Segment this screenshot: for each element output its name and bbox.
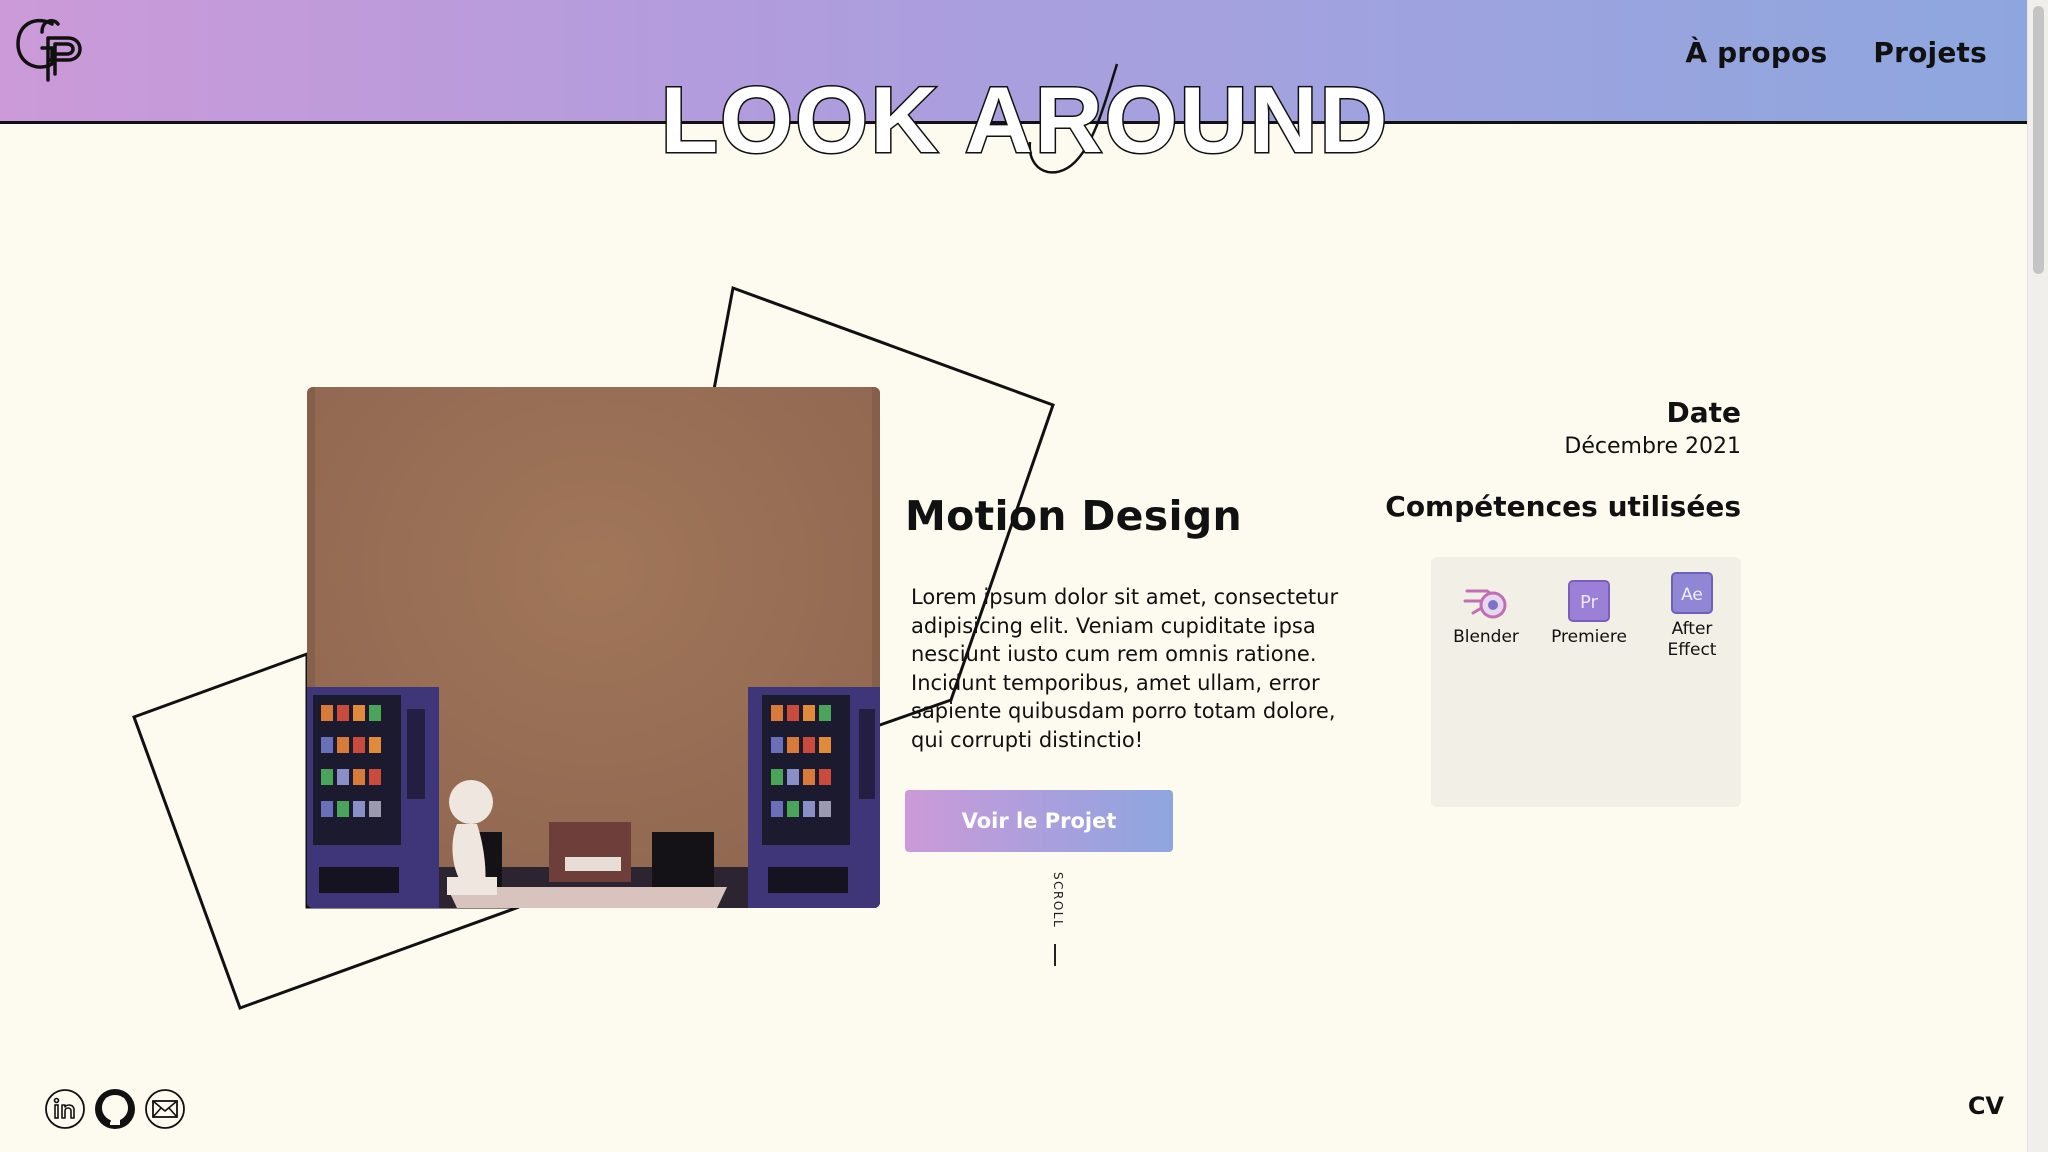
svg-text:Ae: Ae bbox=[1681, 585, 1703, 605]
skills-panel: Blender Pr Premiere Ae After Effect bbox=[1431, 557, 1741, 807]
linkedin-icon[interactable] bbox=[44, 1088, 86, 1130]
blender-icon bbox=[1463, 589, 1507, 619]
nav-link-projets[interactable]: Projets bbox=[1873, 36, 1987, 69]
gp-logo-icon[interactable] bbox=[12, 14, 88, 86]
after-effects-icon: Ae bbox=[1671, 572, 1713, 614]
cv-link[interactable]: CV bbox=[1968, 1092, 2004, 1120]
portfolio-page: À propos Projets LOOK AROUND Motion Desi… bbox=[0, 0, 2048, 1152]
scroll-label: SCROLL bbox=[1051, 872, 1065, 929]
date-value: Décembre 2021 bbox=[1564, 434, 1741, 459]
skill-label: After Effect bbox=[1667, 619, 1717, 660]
skill-label: Premiere bbox=[1551, 627, 1627, 647]
skill-after-effects: Ae After Effect bbox=[1642, 571, 1742, 661]
scrollbar-thumb[interactable] bbox=[2033, 6, 2044, 274]
project-illustration bbox=[307, 387, 880, 908]
mail-icon[interactable] bbox=[144, 1088, 186, 1130]
project-thumbnail[interactable] bbox=[307, 387, 880, 908]
scrollbar[interactable] bbox=[2027, 0, 2048, 1152]
skill-label: Blender bbox=[1453, 627, 1519, 647]
scroll-indicator[interactable]: SCROLL bbox=[1045, 872, 1065, 972]
vending-machine-left bbox=[307, 687, 439, 908]
hero-title: LOOK AROUND bbox=[659, 63, 1390, 174]
scroll-line bbox=[1054, 944, 1056, 966]
vending-machine-right bbox=[748, 687, 880, 908]
table-and-chairs bbox=[447, 822, 727, 908]
hero-title-text: LOOK AROUND bbox=[661, 67, 1390, 172]
svg-text:Pr: Pr bbox=[1580, 592, 1599, 613]
project-title: Motion Design bbox=[905, 492, 1242, 540]
premiere-icon: Pr bbox=[1568, 580, 1610, 622]
skills-heading: Compétences utilisées bbox=[1385, 490, 1741, 523]
skill-blender: Blender bbox=[1436, 579, 1536, 648]
social-links bbox=[44, 1088, 186, 1130]
skill-premiere: Pr Premiere bbox=[1539, 579, 1639, 648]
nav-link-a-propos[interactable]: À propos bbox=[1685, 36, 1827, 69]
main-nav: À propos Projets bbox=[1685, 36, 1987, 69]
project-description: Lorem ipsum dolor sit amet, consectetur … bbox=[911, 585, 1339, 752]
view-project-button[interactable]: Voir le Projet bbox=[905, 790, 1173, 852]
date-heading: Date bbox=[1666, 396, 1741, 429]
github-icon[interactable] bbox=[94, 1088, 136, 1130]
